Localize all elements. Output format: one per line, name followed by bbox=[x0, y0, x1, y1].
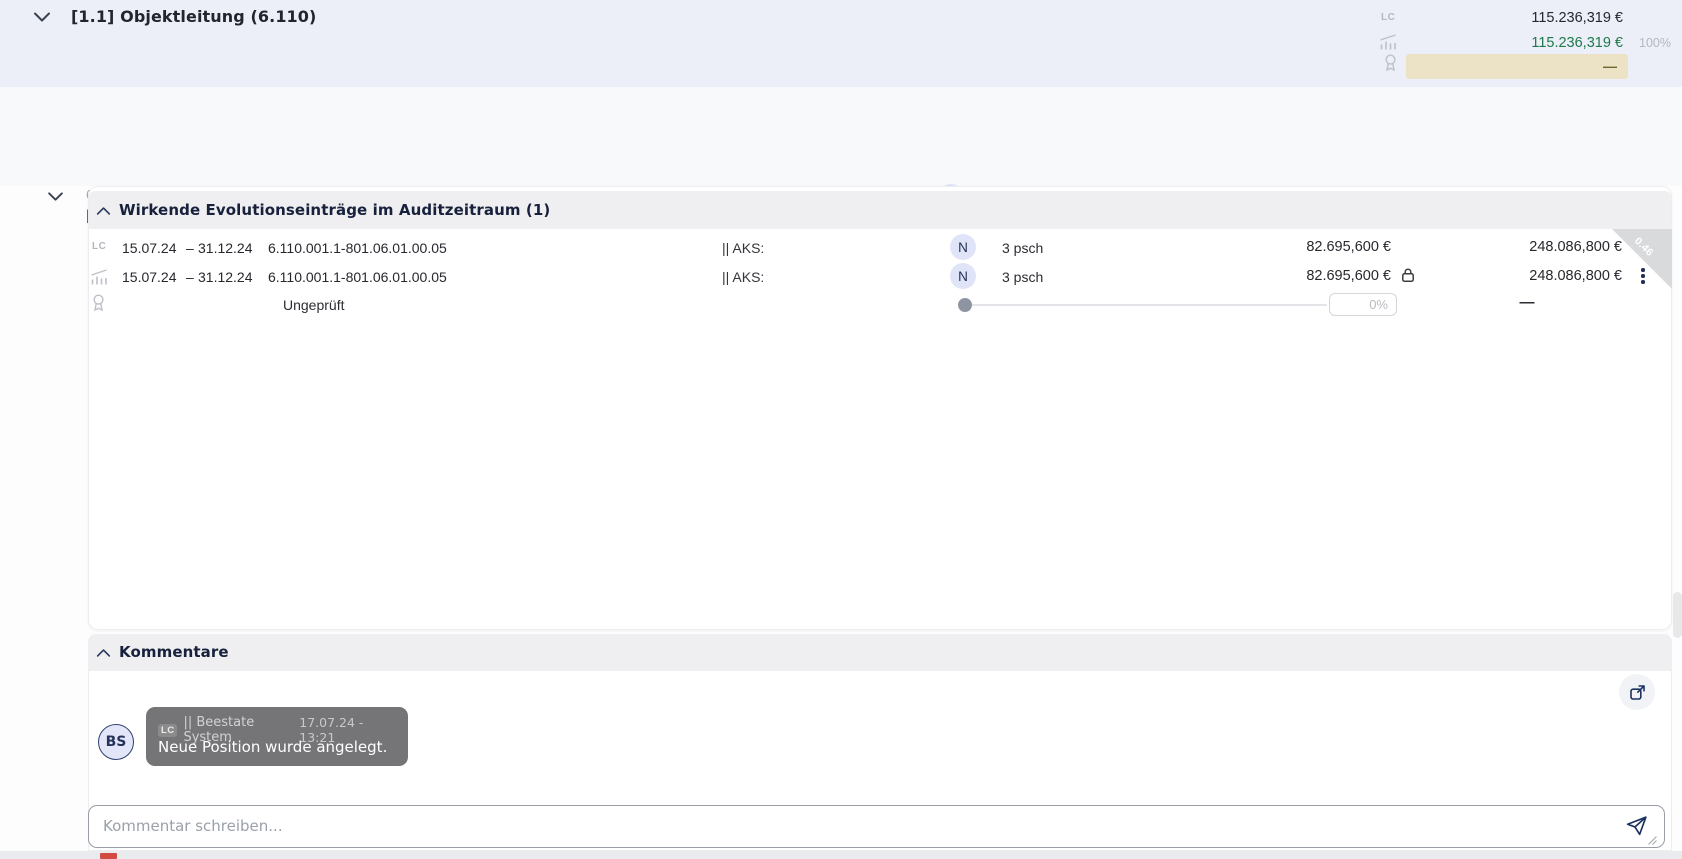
entry-quantity: 3 psch bbox=[1002, 269, 1044, 285]
evolution-chart-icon bbox=[90, 269, 109, 285]
progress-slider-handle[interactable] bbox=[958, 298, 972, 312]
chevron-down-icon[interactable] bbox=[47, 191, 64, 202]
status-badge-n: N bbox=[950, 263, 976, 289]
evolution-chart-icon bbox=[1379, 34, 1398, 50]
recording-indicator bbox=[100, 853, 117, 859]
entry-code: 6.110.001.1-801.06.01.00.05 bbox=[268, 269, 447, 285]
chevron-up-icon[interactable] bbox=[96, 648, 111, 658]
entry-aks: || AKS: bbox=[722, 269, 765, 285]
group-audit-field: — bbox=[1406, 54, 1628, 79]
evolution-section-title: Wirkende Evolutionseinträge im Auditzeit… bbox=[119, 201, 551, 219]
entry-date-to: 31.12.24 bbox=[198, 240, 253, 256]
comment-lc-tag: LC bbox=[158, 723, 178, 737]
expand-icon bbox=[1629, 684, 1645, 700]
bottom-divider bbox=[0, 851, 1682, 859]
progress-slider-track[interactable] bbox=[965, 304, 1327, 306]
lc-label: LC bbox=[92, 241, 107, 252]
entry-total-value: 248.086,800 € bbox=[1529, 239, 1622, 255]
entry-percent-input[interactable] bbox=[1329, 293, 1397, 316]
expand-comments-button[interactable] bbox=[1619, 674, 1655, 710]
entry-quantity: 3 psch bbox=[1002, 240, 1044, 256]
scrollbar-thumb[interactable] bbox=[1673, 592, 1682, 638]
group-evolution-value: 115.236,319 € bbox=[1531, 35, 1623, 51]
award-icon bbox=[1384, 54, 1397, 72]
entry-date-from: 15.07.24 bbox=[122, 269, 177, 285]
entry-date-separator: – bbox=[186, 269, 194, 285]
entry-aks: || AKS: bbox=[722, 240, 765, 256]
comment-bubble: LC || Beestate System 17.07.24 - 13:21 N… bbox=[146, 707, 408, 766]
comments-section-header bbox=[88, 634, 1672, 671]
entry-date-from: 15.07.24 bbox=[122, 240, 177, 256]
entry-audit-status: Ungeprüft bbox=[283, 297, 345, 313]
avatar: BS bbox=[98, 724, 134, 760]
status-badge-n: N bbox=[950, 234, 976, 260]
entry-date-to: 31.12.24 bbox=[198, 269, 253, 285]
group-lc-value: 115.236,319 € bbox=[1531, 10, 1623, 26]
entry-menu-button[interactable] bbox=[1639, 266, 1647, 286]
resize-handle[interactable] bbox=[1646, 834, 1658, 846]
comment-text: Neue Position wurde angelegt. bbox=[158, 738, 388, 756]
lc-label: LC bbox=[1381, 12, 1396, 23]
beestate-audit-view: [1.1] Objektleitung (6.110) LC 115.236,3… bbox=[0, 0, 1682, 859]
position-header: 6.110.001.1-801.06.01.00.05 || AKS: — [1… bbox=[0, 87, 1682, 270]
entry-audit-dash: — bbox=[1519, 294, 1535, 311]
entry-total-value: 248.086,800 € bbox=[1529, 268, 1622, 284]
comments-section-title: Kommentare bbox=[119, 643, 229, 661]
chevron-down-icon[interactable] bbox=[33, 11, 51, 23]
award-icon bbox=[92, 294, 105, 312]
entry-unit-value: 82.695,600 € bbox=[1306, 268, 1391, 284]
lock-icon[interactable] bbox=[1400, 267, 1416, 283]
comment-input[interactable] bbox=[88, 805, 1665, 848]
group-header: [1.1] Objektleitung (6.110) LC 115.236,3… bbox=[0, 0, 1682, 88]
entry-date-separator: – bbox=[186, 240, 194, 256]
entry-unit-value: 82.695,600 € bbox=[1306, 239, 1391, 255]
entry-code: 6.110.001.1-801.06.01.00.05 bbox=[268, 240, 447, 256]
group-evolution-pct: 100% bbox=[1639, 36, 1671, 50]
chevron-up-icon[interactable] bbox=[96, 206, 111, 216]
group-title: [1.1] Objektleitung (6.110) bbox=[71, 7, 317, 26]
